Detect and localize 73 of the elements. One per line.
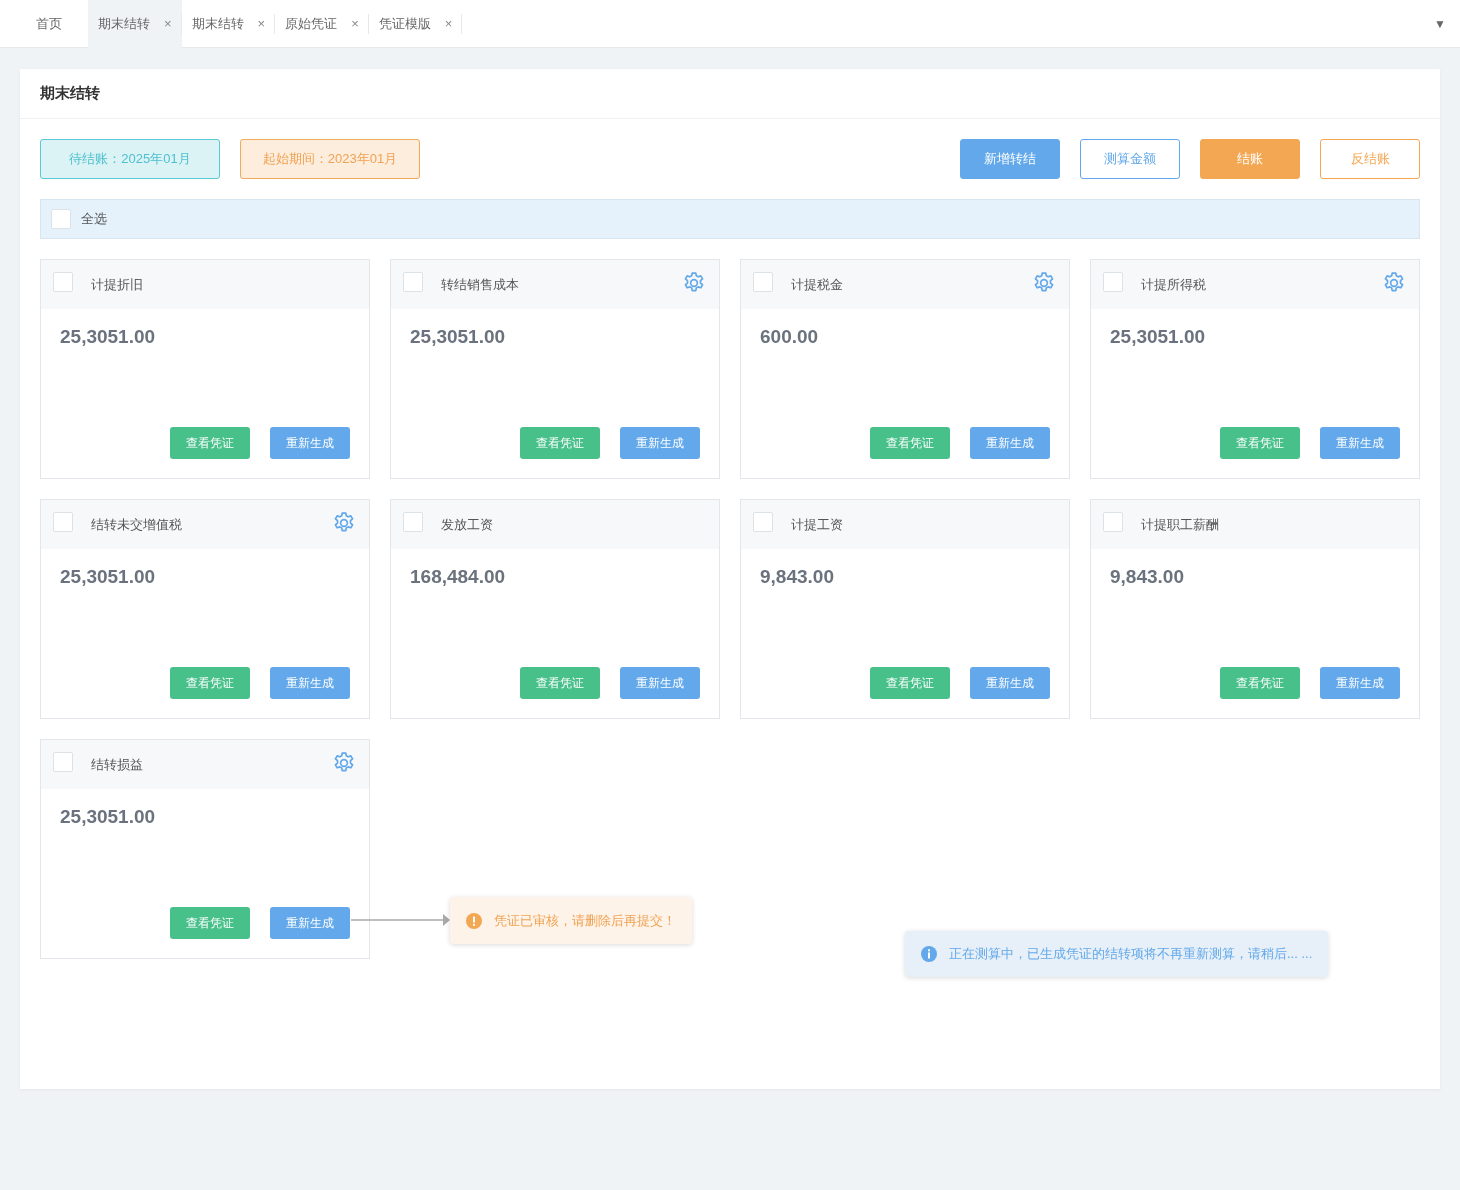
view-voucher-button[interactable]: 查看凭证 <box>520 427 600 459</box>
checkbox[interactable] <box>1103 271 1123 292</box>
checkbox[interactable] <box>51 209 71 229</box>
checkbox[interactable] <box>753 511 773 532</box>
checkbox[interactable] <box>403 511 423 532</box>
card-title: 发放工资 <box>441 515 493 534</box>
amount: 25,3051.00 <box>59 325 157 349</box>
action-button[interactable]: 新增转结 <box>960 139 1060 179</box>
amount: 9,843.00 <box>759 565 835 589</box>
regenerate-button[interactable]: 重新生成 <box>970 667 1050 699</box>
tab[interactable]: 原始凭证 × <box>275 0 369 48</box>
card-title: 计提工资 <box>791 515 843 534</box>
amount: 25,3051.00 <box>409 325 507 349</box>
tab[interactable]: 首页 <box>0 0 88 48</box>
regenerate-button[interactable]: 重新生成 <box>270 427 350 459</box>
message-text: 凭证已审核，请删除后再提交！ <box>494 911 676 930</box>
tab[interactable]: 凭证模版 × <box>368 0 463 48</box>
card-title: 计提所得税 <box>1141 275 1206 294</box>
amount: 600.00 <box>759 325 820 349</box>
view-voucher-button[interactable]: 查看凭证 <box>170 427 250 459</box>
checkbox[interactable] <box>1103 511 1123 532</box>
period-tag: 待结账：2025年01月 <box>40 139 220 179</box>
amount: 25,3051.00 <box>59 805 157 829</box>
warning-icon <box>466 912 482 929</box>
amount: 25,3051.00 <box>1109 325 1207 349</box>
view-voucher-button[interactable]: 查看凭证 <box>1220 667 1300 699</box>
action-button[interactable]: 结账 <box>1200 139 1300 179</box>
card-title: 计提税金 <box>791 275 843 294</box>
regenerate-button[interactable]: 重新生成 <box>620 667 700 699</box>
tab[interactable]: 期末结转 × <box>181 0 276 48</box>
regenerate-button[interactable]: 重新生成 <box>970 427 1050 459</box>
settings-icon[interactable] <box>1033 272 1055 294</box>
action-button[interactable]: 测算金额 <box>1080 139 1180 179</box>
checkbox[interactable] <box>53 511 73 532</box>
view-voucher-button[interactable]: 查看凭证 <box>520 667 600 699</box>
card-title: 转结销售成本 <box>441 275 519 294</box>
settings-icon[interactable] <box>1383 272 1405 294</box>
checkbox[interactable] <box>403 271 423 292</box>
amount: 9,843.00 <box>1109 565 1185 589</box>
close-icon[interactable]: × <box>257 14 266 34</box>
regenerate-button[interactable]: 重新生成 <box>1320 427 1400 459</box>
dropdown-caret-icon[interactable]: ▼ <box>1434 14 1446 33</box>
settings-icon[interactable] <box>333 752 355 774</box>
tab[interactable]: 期末结转 × <box>88 0 182 48</box>
action-button[interactable]: 反结账 <box>1320 139 1420 179</box>
regenerate-button[interactable]: 重新生成 <box>620 427 700 459</box>
card-title: 结转未交增值税 <box>91 515 182 534</box>
checkbox[interactable] <box>53 751 73 772</box>
amount: 25,3051.00 <box>59 565 157 589</box>
message-text: 正在测算中，已生成凭证的结转项将不再重新测算，请稍后... ... <box>949 945 1313 964</box>
checkbox[interactable] <box>53 271 73 292</box>
period-tag: 起始期间：2023年01月 <box>240 139 420 179</box>
view-voucher-button[interactable]: 查看凭证 <box>870 667 950 699</box>
close-icon[interactable]: × <box>351 14 359 34</box>
regenerate-button[interactable]: 重新生成 <box>1320 667 1400 699</box>
select-all-label: 全选 <box>81 210 107 229</box>
view-voucher-button[interactable]: 查看凭证 <box>1220 427 1300 459</box>
panel-title: 期末结转 <box>20 69 1440 119</box>
amount: 168,484.00 <box>409 565 507 589</box>
regenerate-button[interactable]: 重新生成 <box>270 907 350 939</box>
view-voucher-button[interactable]: 查看凭证 <box>170 907 250 939</box>
close-icon[interactable]: × <box>444 14 453 34</box>
checkbox[interactable] <box>753 271 773 292</box>
view-voucher-button[interactable]: 查看凭证 <box>170 667 250 699</box>
card-title: 计提职工薪酬 <box>1141 515 1219 534</box>
card-title: 结转损益 <box>91 755 143 774</box>
view-voucher-button[interactable]: 查看凭证 <box>870 427 950 459</box>
settings-icon[interactable] <box>683 272 705 294</box>
card-title: 计提折旧 <box>91 275 143 294</box>
regenerate-button[interactable]: 重新生成 <box>270 667 350 699</box>
close-icon[interactable]: × <box>164 14 172 34</box>
settings-icon[interactable] <box>333 512 355 534</box>
info-icon <box>921 946 937 962</box>
